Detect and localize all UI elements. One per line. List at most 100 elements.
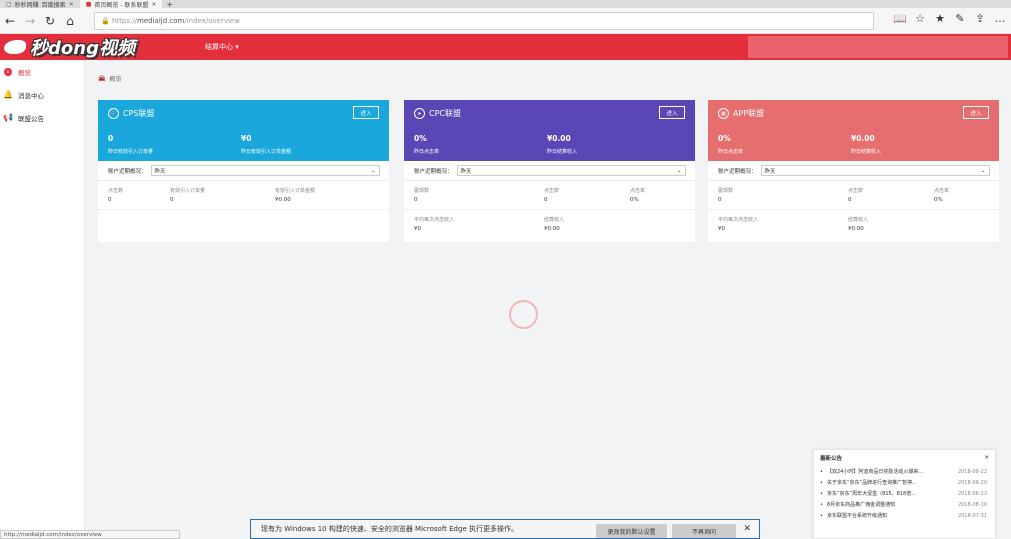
metric-cell: 展现数 0 bbox=[718, 187, 848, 205]
announcement-item[interactable]: • 【双24小时】阿迪商品日奖励活动火爆来... 2018-08-22 bbox=[814, 466, 995, 477]
never-ask-button[interactable]: 不再询问 bbox=[672, 524, 736, 538]
bell-icon: 🔔 bbox=[3, 90, 13, 99]
announcement-item[interactable]: • 京东联盟平台系统升级通知 2018-07-31 bbox=[814, 510, 995, 521]
breadcrumb: 🚘 概览 bbox=[98, 74, 122, 83]
home-button[interactable]: ⌂ bbox=[60, 11, 80, 31]
account-menu[interactable]: 结算中心 ▾ bbox=[205, 42, 239, 52]
favorites-hub-icon[interactable]: ★ bbox=[933, 11, 947, 25]
announcement-item-title: 京东联盟平台系统升级通知 bbox=[826, 513, 887, 519]
stat-label: 昨日点击率 bbox=[718, 149, 744, 155]
metric-label: 平均每次点击收入 bbox=[414, 217, 455, 223]
megaphone-icon: 📢 bbox=[3, 113, 13, 122]
close-icon[interactable]: ✕ bbox=[984, 455, 989, 461]
cpc-card-header: ➤ CPC联盟 进入 0% 昨日点击率 ¥0.00 昨日结算收入 bbox=[404, 100, 695, 161]
announcement-item[interactable]: • 关于京东“京东”品牌进行查询推广暂停... 2018-08-20 bbox=[814, 477, 995, 488]
metric-cell: 平均每次点击收入 ¥0 bbox=[414, 216, 544, 234]
stat-label: 昨日结算收入 bbox=[851, 149, 882, 155]
edge-bar-message: 现有为 Windows 10 构建的快速、安全的浏览器 Microsoft Ed… bbox=[261, 525, 518, 533]
close-icon[interactable]: ✕ bbox=[743, 524, 751, 534]
stat-label: 昨日结算收入 bbox=[547, 149, 578, 155]
tab-favicon-icon: ▢ bbox=[6, 0, 12, 8]
reading-view-icon[interactable]: 📖 bbox=[893, 11, 907, 25]
cpc-card-title: ➤ CPC联盟 bbox=[414, 108, 461, 119]
stat-value: ¥0.00 bbox=[547, 134, 571, 143]
car-icon: 🚘 bbox=[98, 75, 106, 82]
close-tab-icon[interactable]: ✕ bbox=[151, 1, 156, 8]
cps-stat-orders: 0 昨日有效引入订单量 bbox=[108, 134, 153, 155]
metric-label: 有效引入订单金额 bbox=[275, 188, 316, 194]
favorite-star-icon[interactable]: ☆ bbox=[913, 11, 927, 25]
sidebar-item-messages[interactable]: 🔔 消息中心 bbox=[0, 83, 84, 106]
cps-period-select[interactable]: 昨天 ⌄ bbox=[150, 165, 380, 176]
chevron-down-icon: ⌄ bbox=[980, 167, 986, 174]
url-path: /index/overview bbox=[184, 16, 240, 25]
stat-value: ¥0 bbox=[241, 134, 252, 143]
app-enter-button[interactable]: 进入 bbox=[963, 106, 989, 119]
period-value: 昨天 bbox=[460, 168, 472, 175]
app-card: ▦ APP联盟 进入 0% 昨日点击率 ¥0.00 昨日结算收入 账户近期概况：… bbox=[708, 100, 999, 242]
brand-watermark: 秒dong视频 bbox=[30, 38, 135, 59]
metric-label: 结算收入 bbox=[848, 217, 869, 223]
cpc-metrics-row-2: 平均每次点击收入 ¥0 结算收入 ¥0.00 bbox=[404, 210, 695, 234]
address-bar-row: ← → ↻ ⌂ 🔒 https:// medialjd.com /index/o… bbox=[0, 8, 1011, 34]
forward-button[interactable]: → bbox=[20, 11, 40, 31]
period-value: 昨天 bbox=[764, 168, 776, 175]
app-stat-income: ¥0.00 昨日结算收入 bbox=[851, 134, 881, 155]
metric-label: 展现数 bbox=[718, 188, 734, 194]
app-card-header: ▦ APP联盟 进入 0% 昨日点击率 ¥0.00 昨日结算收入 bbox=[708, 100, 999, 161]
app-period-select-row: 账户近期概况： 昨天 ⌄ bbox=[708, 161, 999, 181]
cpc-period-select-row: 账户近期概况： 昨天 ⌄ bbox=[404, 161, 695, 181]
metric-label: 展现数 bbox=[414, 188, 430, 194]
refresh-button[interactable]: ↻ bbox=[40, 11, 60, 31]
cps-card: 🛒 CPS联盟 进入 0 昨日有效引入订单量 ¥0 昨日有效引入订单金额 账户近… bbox=[98, 100, 389, 242]
bullet-icon: • bbox=[820, 468, 823, 475]
metric-cell: 点击数 0 bbox=[544, 187, 630, 205]
browser-tab-1[interactable]: ▢ 秒秒网赚_百度搜索 ✕ bbox=[0, 0, 80, 9]
announcement-item-date: 2018-08-22 bbox=[957, 468, 987, 475]
metric-cell: 结算收入 ¥0.00 bbox=[544, 216, 644, 234]
metric-value: ¥0 bbox=[718, 226, 725, 232]
metric-label: 点击率 bbox=[934, 188, 950, 194]
cps-enter-button[interactable]: 进入 bbox=[353, 106, 379, 119]
announcement-item[interactable]: • 8月京东商品推广佣金调整通知 2018-08-10 bbox=[814, 499, 995, 510]
browser-tab-2[interactable]: ■ 首页概览 - 联系联盟 ✕ bbox=[79, 0, 163, 9]
sidebar-item-announcements[interactable]: 📢 联盟公告 bbox=[0, 106, 84, 129]
metric-value: ¥0 bbox=[414, 226, 421, 232]
divider bbox=[98, 209, 389, 210]
cpc-stat-income: ¥0.00 昨日结算收入 bbox=[547, 134, 577, 155]
metric-label: 平均每次点击收入 bbox=[718, 217, 759, 223]
share-icon[interactable]: ⇪ bbox=[973, 11, 987, 25]
announcement-item[interactable]: • 京东“京东”周年大促盒（815、818倍... 2018-08-13 bbox=[814, 488, 995, 499]
announcement-item-title: 8月京东商品推广佣金调整通知 bbox=[826, 502, 896, 508]
app-icon: ▦ bbox=[718, 108, 729, 119]
site-logo[interactable]: 秒dong视频 bbox=[4, 35, 135, 59]
back-button[interactable]: ← bbox=[0, 11, 20, 31]
bullet-icon: • bbox=[820, 490, 823, 497]
more-icon[interactable]: … bbox=[993, 11, 1007, 25]
cart-icon: 🛒 bbox=[108, 108, 119, 119]
card-title-text: CPS联盟 bbox=[123, 109, 155, 118]
close-tab-icon[interactable]: ✕ bbox=[69, 1, 74, 8]
app-period-select[interactable]: 昨天 ⌄ bbox=[760, 165, 990, 176]
metric-label: 点击数 bbox=[544, 188, 560, 194]
url-field[interactable]: 🔒 https:// medialjd.com /index/overview bbox=[94, 11, 874, 30]
app-card-title: ▦ APP联盟 bbox=[718, 108, 764, 119]
cpc-period-select[interactable]: 昨天 ⌄ bbox=[456, 165, 686, 176]
cpc-enter-button[interactable]: 进入 bbox=[659, 106, 685, 119]
metric-cell: 点击数 0 bbox=[108, 187, 170, 205]
metric-value: 0% bbox=[934, 197, 943, 203]
browser-tab-2-label: 首页概览 - 联系联盟 bbox=[94, 1, 149, 9]
sidebar-item-overview[interactable]: ⌂ 概览 bbox=[0, 60, 84, 83]
blurred-user-area bbox=[748, 36, 1008, 58]
bullet-icon: • bbox=[820, 479, 823, 486]
url-host: medialjd.com bbox=[137, 16, 185, 25]
metric-cell: 有效引入订单金额 ¥0.00 bbox=[275, 187, 375, 205]
pen-icon[interactable]: ✎ bbox=[953, 11, 967, 25]
tab-favicon-icon: ■ bbox=[85, 0, 92, 8]
app-metrics-row-2: 平均每次点击收入 ¥0 结算收入 ¥0.00 bbox=[708, 210, 999, 234]
cpc-metrics-row: 展现数 0 点击数 0 点击率 0% bbox=[404, 181, 695, 205]
change-default-button[interactable]: 更改我的默认设置 bbox=[596, 524, 667, 538]
metric-value: 0 bbox=[108, 197, 112, 203]
cps-stat-amount: ¥0 昨日有效引入订单金额 bbox=[241, 134, 291, 155]
new-tab-button[interactable]: + bbox=[166, 0, 173, 8]
